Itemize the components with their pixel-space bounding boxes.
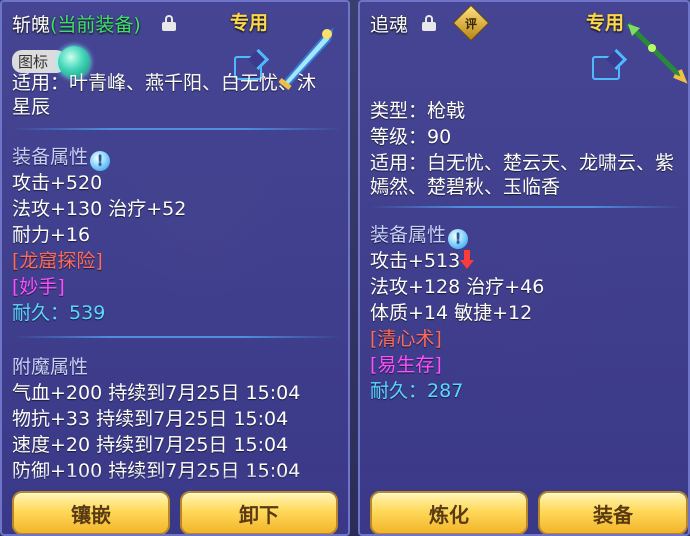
skill-line: [清心术] bbox=[370, 328, 442, 350]
section-label: 装备属性 bbox=[12, 146, 89, 168]
section-equipment-attributes: 装备属性! bbox=[12, 142, 111, 171]
durability-label: 耐久： bbox=[12, 302, 70, 324]
item-title: 斩魄(当前装备) bbox=[12, 10, 141, 37]
type-line: 类型：枪戟 bbox=[370, 100, 466, 122]
section-equipment-attributes: 装备属性! bbox=[370, 220, 469, 249]
stat-line: 攻击+513 bbox=[370, 246, 475, 273]
scroll-fade bbox=[2, 472, 348, 488]
spear-icon bbox=[626, 22, 688, 84]
lock-icon[interactable] bbox=[422, 15, 436, 31]
enchant-line: 速度+20 持续到7月25日 15:04 bbox=[12, 434, 289, 456]
stat-line: 法攻+130 治疗+52 bbox=[12, 198, 187, 220]
stat-line: 攻击+520 bbox=[12, 172, 103, 194]
equip-button[interactable]: 装备 bbox=[538, 491, 688, 534]
section-enchant-attributes: 附魔属性 bbox=[12, 356, 89, 378]
durability-label: 耐久： bbox=[370, 380, 428, 402]
evaluate-label: 评 bbox=[464, 16, 477, 31]
skill-line: [妙手] bbox=[12, 276, 65, 298]
stat-line: 耐力+16 bbox=[12, 224, 91, 246]
divider bbox=[12, 336, 342, 338]
unequip-button[interactable]: 卸下 bbox=[180, 491, 338, 534]
durability-value: 539 bbox=[69, 302, 106, 324]
durability-line: 耐久：287 bbox=[370, 376, 463, 403]
divider bbox=[370, 206, 682, 208]
item-name: 斩魄 bbox=[12, 14, 51, 36]
durability-line: 耐久：539 bbox=[12, 298, 105, 325]
stat-line: 法攻+128 治疗+46 bbox=[370, 276, 545, 298]
inlay-button[interactable]: 镶嵌 bbox=[12, 491, 170, 534]
enchant-line: 气血+200 持续到7月25日 15:04 bbox=[12, 382, 301, 404]
refine-button[interactable]: 炼化 bbox=[370, 491, 528, 534]
exclusive-tag: 专用 bbox=[586, 12, 625, 34]
share-icon[interactable] bbox=[592, 56, 620, 80]
current-equipped-label: (当前装备) bbox=[50, 14, 141, 36]
item-name: 追魂 bbox=[370, 14, 409, 36]
section-label: 装备属性 bbox=[370, 224, 447, 246]
compare-equipment-panel: 追魂 专用 类型：枪戟 等级：90 适用：白无忧、楚云天、龙啸云、紫 嫣然、楚碧… bbox=[358, 0, 690, 536]
exclusive-tag: 专用 bbox=[230, 12, 269, 34]
usage-line: 适用：白无忧、楚云天、龙啸云、紫 bbox=[370, 152, 675, 174]
scroll-fade bbox=[360, 472, 688, 488]
skill-line: [龙窟探险] bbox=[12, 250, 103, 272]
usage-line-cont: 星辰 bbox=[12, 96, 51, 118]
usage-line: 适用：叶青峰、燕千阳、白无忧、沐 bbox=[12, 72, 317, 94]
lock-icon[interactable] bbox=[162, 15, 176, 31]
usage-line-cont: 嫣然、楚碧秋、玉临香 bbox=[370, 176, 561, 198]
enchant-line: 物抗+33 持续到7月25日 15:04 bbox=[12, 408, 289, 430]
divider bbox=[12, 128, 342, 130]
attack-stat: 攻击+513 bbox=[370, 250, 461, 272]
stat-line: 体质+14 敏捷+12 bbox=[370, 302, 533, 324]
current-equipment-panel: 斩魄(当前装备) 专用 图标 适用：叶青峰、燕千阳、白无忧、沐 星辰 装备属性!… bbox=[0, 0, 350, 536]
decrease-arrow-icon bbox=[460, 250, 475, 270]
skill-line: [易生存] bbox=[370, 354, 442, 376]
level-line: 等级：90 bbox=[370, 126, 452, 148]
durability-value: 287 bbox=[427, 380, 464, 402]
